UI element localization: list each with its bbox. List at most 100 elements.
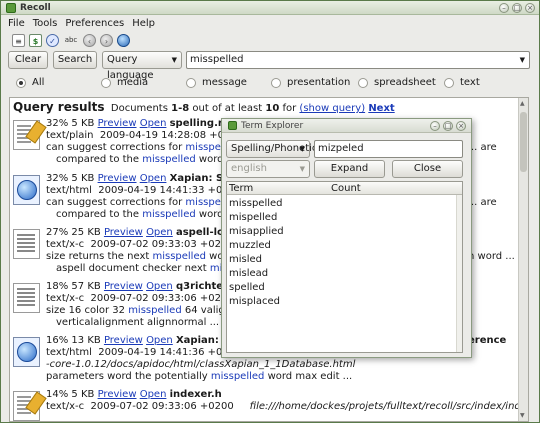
query-mode-select[interactable]: Query language ▼ (102, 51, 182, 81)
term-input[interactable]: mizpeled (314, 140, 463, 158)
term-list-scrollbar[interactable] (456, 195, 462, 352)
term-list-header: Term Count (227, 182, 462, 195)
scrollbar-thumb[interactable] (520, 112, 527, 172)
preview-link[interactable]: Preview (98, 389, 137, 400)
dollar-icon[interactable]: $ (29, 33, 42, 47)
result-mime: text/x-c (46, 239, 85, 250)
term-list: Term Count misspelled mispelled misappli… (226, 181, 463, 353)
close-icon[interactable]: × (525, 3, 535, 13)
open-link[interactable]: Open (146, 335, 173, 346)
menu-help[interactable]: Help (132, 18, 155, 29)
abstract-text: compared to the (56, 209, 143, 220)
result-relevance: 16% (46, 335, 69, 346)
menu-tools[interactable]: Tools (33, 18, 58, 29)
result-line: 32% 5 KB Preview Open Xapian: Spelli (46, 173, 247, 185)
dialog-window-controls: – □ × (430, 121, 466, 131)
maximize-icon[interactable]: □ (512, 3, 522, 13)
results-scrollbar[interactable]: ▲ ▼ (518, 98, 528, 421)
term-list-item[interactable]: misapplied (229, 225, 284, 238)
result-item: 14% 5 KB Preview Open indexer.h text/x-c… (13, 389, 528, 421)
preview-link[interactable]: Preview (104, 335, 143, 346)
open-link[interactable]: Open (140, 389, 167, 400)
app-icon (228, 121, 237, 130)
filter-message[interactable]: message (186, 77, 247, 88)
filter-label: All (32, 77, 45, 88)
preview-link[interactable]: Preview (104, 281, 143, 292)
next-link[interactable]: Next (368, 103, 394, 114)
open-link[interactable]: Open (146, 227, 173, 238)
column-term[interactable]: Term (229, 182, 253, 195)
show-query-link[interactable]: (show query) (299, 103, 365, 114)
scroll-up-icon[interactable]: ▲ (520, 100, 525, 107)
expand-button[interactable]: Expand (314, 160, 385, 178)
scroll-down-icon[interactable]: ▼ (520, 412, 525, 419)
radio-icon (186, 77, 196, 88)
filter-text[interactable]: text (444, 77, 480, 88)
out-of-text: out of at least (192, 103, 263, 114)
for-text: for (282, 103, 297, 114)
preview-link[interactable]: Preview (104, 227, 143, 238)
abstract-hit: misspelled (210, 371, 265, 382)
open-link[interactable]: Open (140, 118, 167, 129)
result-date: 2009-04-19 14:41:36 +0200 (98, 347, 242, 358)
result-path: file:///home/dockes/projets/fulltext/rec… (249, 401, 529, 412)
term-explorer-dialog: Term Explorer – □ × Spelling/Phonetic ▼ … (221, 118, 472, 358)
forward-icon[interactable]: › (100, 33, 113, 47)
title-bar: Recoll – □ × (1, 1, 539, 15)
abstract-text: aspell document checker next (56, 263, 210, 274)
radio-icon (358, 77, 368, 88)
open-link[interactable]: Open (140, 173, 167, 184)
search-bar: Clear Search Query language ▼ misspelled… (1, 50, 539, 81)
result-size: 5 KB (71, 118, 95, 129)
filter-media[interactable]: media (101, 77, 148, 88)
preview-link[interactable]: Preview (98, 118, 137, 129)
close-button[interactable]: Close (392, 160, 463, 178)
open-link[interactable]: Open (146, 281, 173, 292)
filter-presentation[interactable]: presentation (271, 77, 350, 88)
source-file-icon (13, 283, 40, 313)
term-list-item[interactable]: misled (229, 253, 262, 266)
spelling-icon[interactable]: abc (63, 34, 79, 47)
abstract-text: word max edit ... (264, 371, 353, 382)
globe-icon[interactable] (117, 33, 130, 47)
menu-preferences[interactable]: Preferences (65, 18, 124, 29)
search-button[interactable]: Search (53, 51, 97, 69)
filter-label: presentation (287, 77, 351, 88)
term-list-item[interactable]: misplaced (229, 295, 280, 308)
check-icon[interactable]: ✓ (46, 33, 59, 47)
result-line: 18% 57 KB Preview Open q3richtext_p (46, 281, 246, 293)
filter-label: media (117, 77, 149, 88)
back-icon[interactable]: ‹ (83, 33, 96, 47)
term-list-item[interactable]: mislead (229, 267, 268, 280)
term-list-item[interactable]: mispelled (229, 211, 277, 224)
term-list-item[interactable]: misspelled (229, 197, 283, 210)
result-line: 14% 5 KB Preview Open indexer.h (46, 389, 222, 401)
minimize-icon[interactable]: – (430, 121, 440, 131)
abstract-text: size returns the next (46, 251, 153, 262)
recoll-window: Recoll – □ × File Tools Preferences Help… (0, 0, 540, 423)
language-select[interactable]: english ▼ (226, 160, 310, 178)
result-date: 2009-04-19 14:41:33 +0200 (98, 185, 242, 196)
results-title: Query results (13, 100, 105, 114)
term-list-item[interactable]: muzzled (229, 239, 271, 252)
source-file-icon (13, 229, 40, 259)
abstract-text: parameters word the potentially (46, 371, 211, 382)
abstract-hit: misspelled (142, 209, 196, 220)
search-input[interactable]: misspelled ▼ (186, 51, 530, 69)
term-list-item[interactable]: spelled (229, 281, 265, 294)
result-total: 10 (265, 103, 280, 114)
menu-file[interactable]: File (8, 18, 25, 29)
result-line: 27% 25 KB Preview Open aspell-local. (46, 227, 244, 239)
explore-mode-select[interactable]: Spelling/Phonetic ▼ (226, 140, 317, 158)
close-icon[interactable]: × (456, 121, 466, 131)
filter-all[interactable]: All (16, 77, 44, 88)
column-count[interactable]: Count (331, 182, 361, 195)
minimize-icon[interactable]: – (499, 3, 509, 13)
toolbar: ≡ $ ✓ abc ‹ › (1, 31, 539, 49)
maximize-icon[interactable]: □ (443, 121, 453, 131)
document-icon[interactable]: ≡ (12, 33, 25, 47)
preview-link[interactable]: Preview (98, 173, 137, 184)
filter-spreadsheet[interactable]: spreadsheet (358, 77, 436, 88)
text-icon (13, 120, 40, 150)
clear-button[interactable]: Clear (8, 51, 48, 69)
